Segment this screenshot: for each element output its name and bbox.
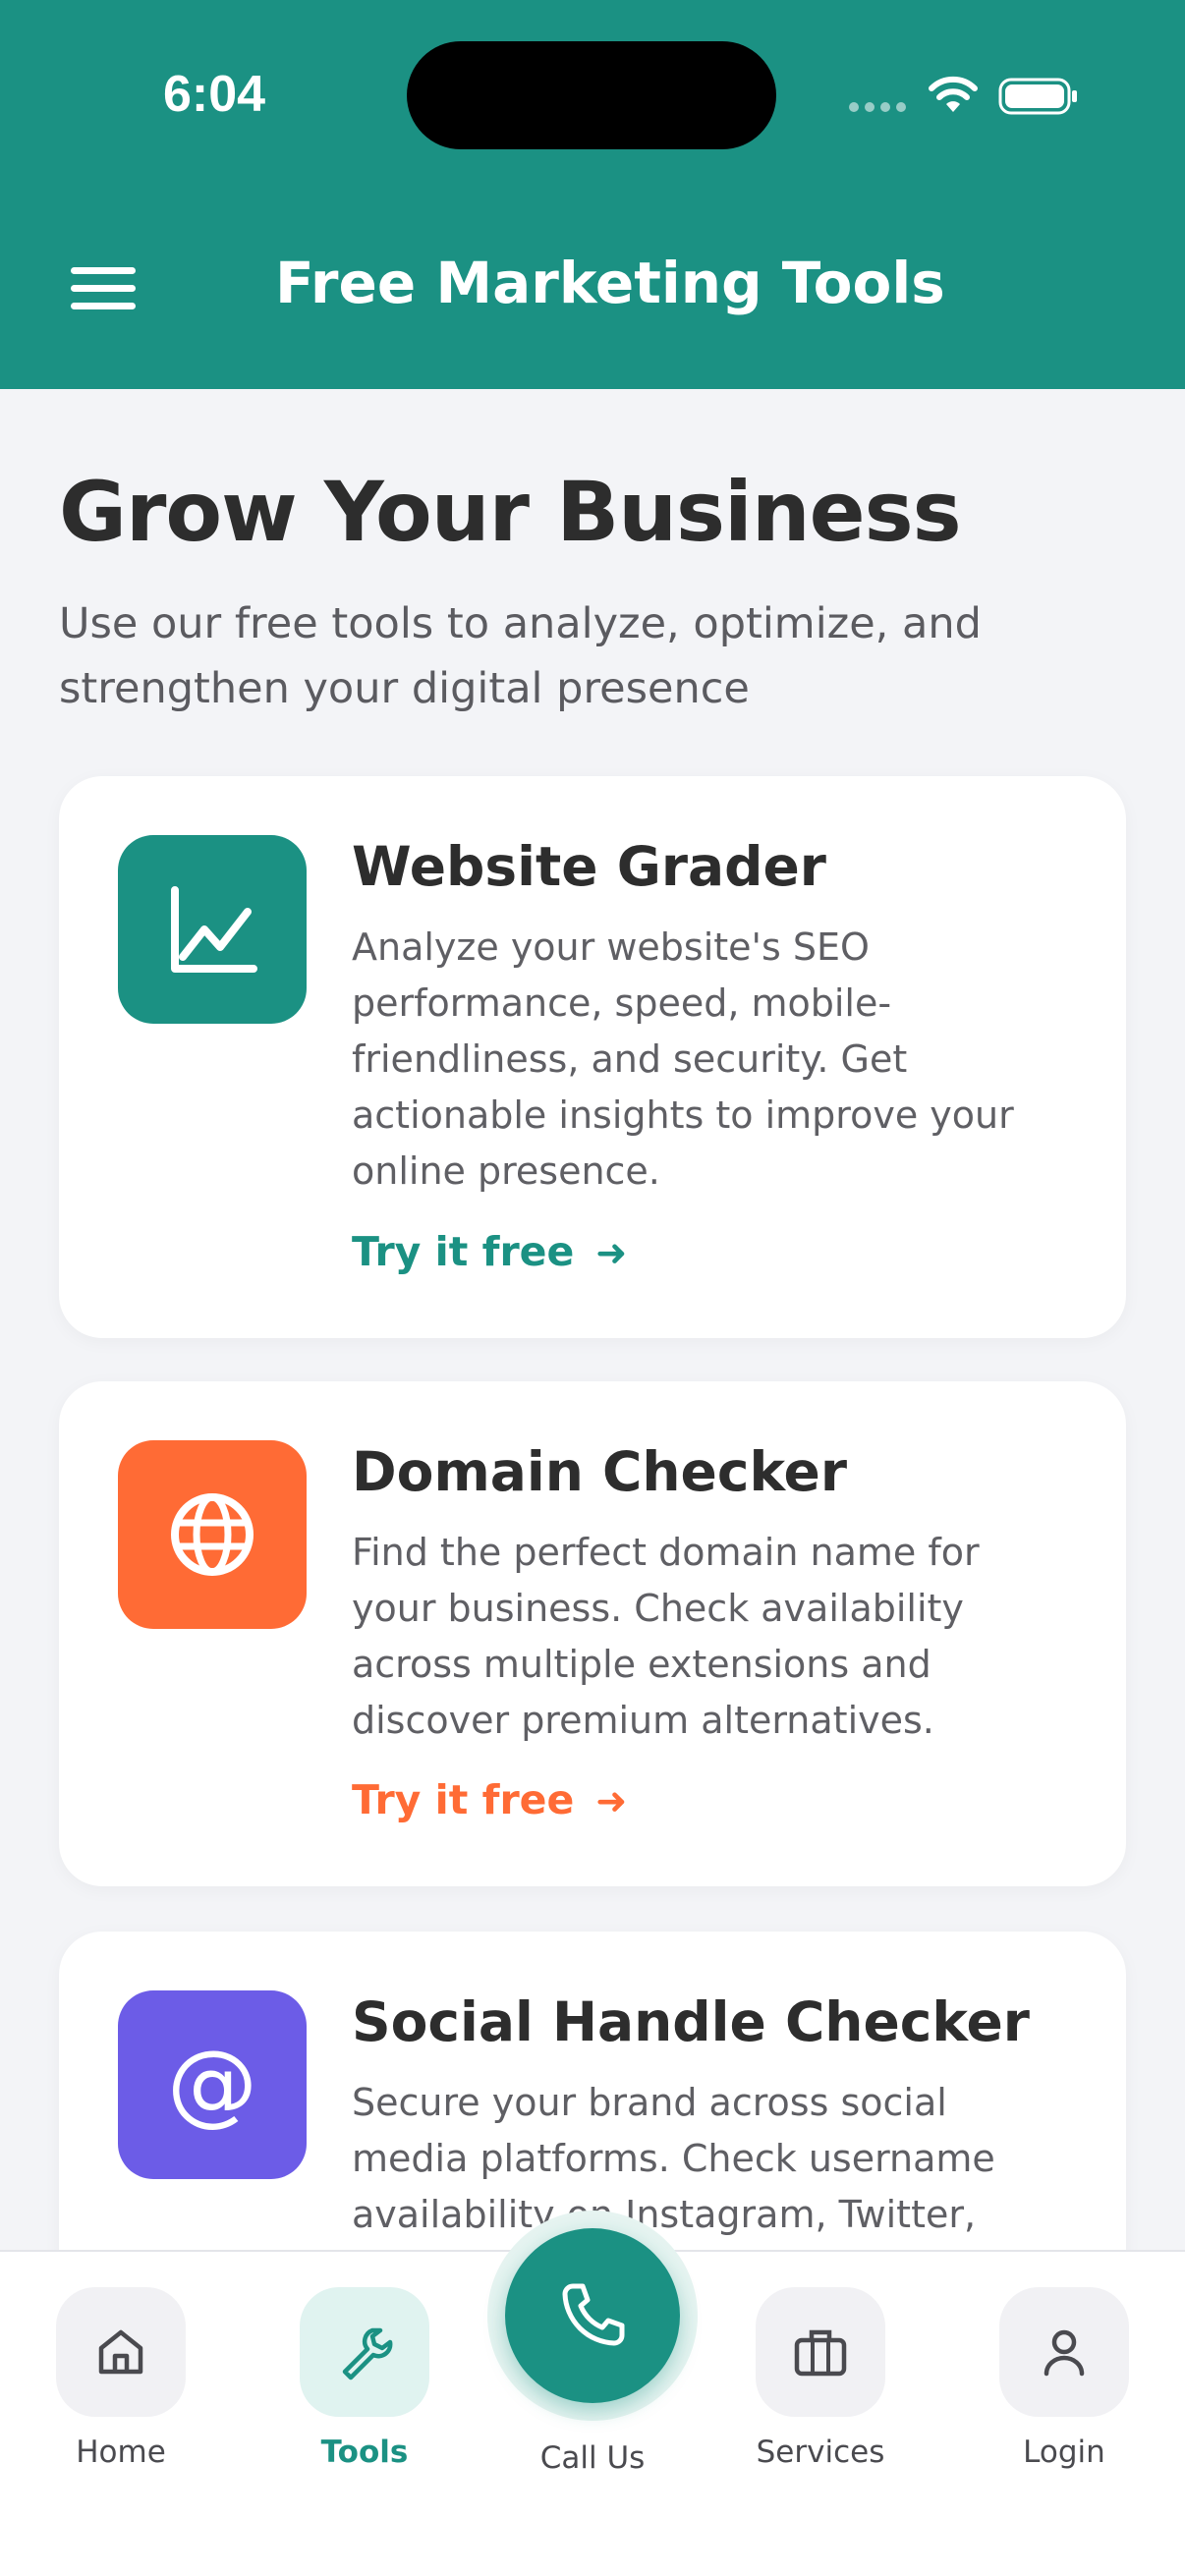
tool-description: Find the perfect domain name for your bu… bbox=[352, 1531, 980, 1742]
tool-card-domain-checker[interactable]: Domain Checker Find the perfect domain n… bbox=[59, 1381, 1126, 1886]
app-header: 6:04 Free Marketing Tools bbox=[0, 0, 1185, 389]
globe-icon bbox=[118, 1440, 307, 1629]
nav-item-home[interactable]: Home bbox=[32, 2287, 209, 2470]
nav-label: Login bbox=[1023, 2435, 1105, 2470]
status-time: 6:04 bbox=[163, 66, 266, 123]
tool-title: Website Grader bbox=[352, 835, 826, 898]
arrow-right-icon: ➜ bbox=[595, 1231, 628, 1274]
tool-title: Domain Checker bbox=[352, 1440, 847, 1503]
call-us-label: Call Us bbox=[539, 2440, 646, 2476]
phone-icon bbox=[505, 2228, 680, 2403]
page-title: Free Marketing Tools bbox=[275, 250, 945, 316]
try-link-label: Try it free bbox=[352, 1776, 575, 1823]
nav-item-login[interactable]: Login bbox=[976, 2287, 1153, 2470]
user-icon bbox=[999, 2287, 1129, 2417]
try-it-free-link[interactable]: Try it free ➜ bbox=[352, 1228, 627, 1275]
nav-item-services[interactable]: Services bbox=[732, 2287, 909, 2470]
briefcase-icon bbox=[756, 2287, 885, 2417]
svg-text:@: @ bbox=[167, 2031, 257, 2136]
nav-label: Services bbox=[756, 2435, 885, 2470]
hero-subtitle: Use our free tools to analyze, optimize,… bbox=[59, 599, 982, 713]
try-it-free-link[interactable]: Try it free ➜ bbox=[352, 1776, 627, 1823]
line-chart-icon bbox=[118, 835, 307, 1024]
call-us-button[interactable] bbox=[487, 2211, 698, 2421]
dynamic-island bbox=[407, 41, 776, 149]
tool-description: Secure your brand across social media pl… bbox=[352, 2081, 995, 2236]
cellular-signal-icon bbox=[849, 102, 906, 112]
nav-item-tools[interactable]: Tools bbox=[276, 2287, 453, 2470]
menu-icon[interactable] bbox=[71, 265, 136, 310]
tool-description: Analyze your website's SEO performance, … bbox=[352, 925, 1014, 1193]
tool-title: Social Handle Checker bbox=[352, 1990, 1030, 2053]
nav-label: Tools bbox=[320, 2435, 409, 2470]
home-icon bbox=[56, 2287, 186, 2417]
hero-title: Grow Your Business bbox=[59, 464, 962, 560]
wrench-icon bbox=[300, 2287, 429, 2417]
try-link-label: Try it free bbox=[352, 1228, 575, 1275]
arrow-right-icon: ➜ bbox=[595, 1779, 628, 1822]
wifi-icon bbox=[929, 76, 978, 112]
nav-label: Home bbox=[76, 2435, 166, 2470]
at-sign-icon: @ bbox=[118, 1990, 307, 2179]
tool-card-website-grader[interactable]: Website Grader Analyze your website's SE… bbox=[59, 776, 1126, 1338]
battery-icon bbox=[998, 78, 1077, 115]
